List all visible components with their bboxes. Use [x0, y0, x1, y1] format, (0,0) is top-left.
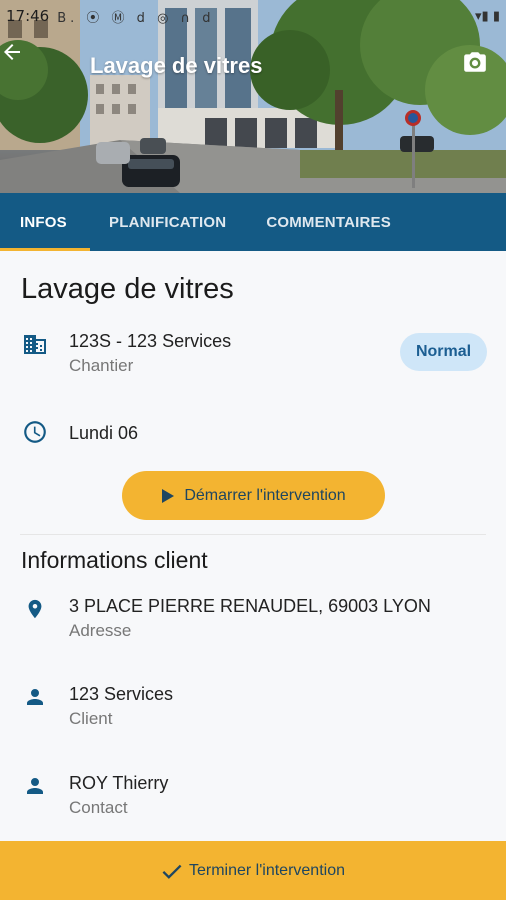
status-time: 17:46: [6, 7, 50, 25]
address-value: 3 PLACE PIERRE RENAUDEL, 69003 LYON: [69, 596, 431, 616]
page-title: Lavage de vitres: [90, 53, 263, 78]
person-icon: [20, 771, 50, 801]
tab-commentaires[interactable]: COMMENTAIRES: [244, 193, 413, 251]
start-button-label: Démarrer l'intervention: [184, 486, 346, 504]
address-row[interactable]: 3 PLACE PIERRE RENAUDEL, 69003 LYON Adre…: [20, 594, 431, 643]
building-icon: [20, 329, 50, 359]
priority-badge: Normal: [400, 333, 487, 371]
date-value: Lundi 06: [69, 423, 139, 443]
clock-icon: [20, 417, 50, 447]
site-row: 123S - 123 Services Chantier: [20, 329, 231, 378]
tab-infos[interactable]: INFOS: [0, 193, 90, 251]
contact-label: Contact: [69, 798, 128, 817]
site-name: 123S - 123 Services: [69, 331, 232, 351]
contact-value: ROY Thierry: [69, 773, 169, 793]
start-intervention-button[interactable]: Démarrer l'intervention: [122, 471, 385, 520]
system-icons: ▾▮ ▮: [475, 8, 500, 24]
date-row: Lundi 06: [20, 417, 138, 447]
arrow-back-icon: [4, 44, 20, 60]
finish-intervention-button[interactable]: Terminer l'intervention: [0, 841, 506, 900]
camera-button[interactable]: [462, 50, 496, 82]
notification-icons: B. ⦿ Ⓜ d ◎ ∩ d: [57, 10, 215, 26]
tab-label: PLANIFICATION: [109, 213, 227, 231]
contact-row[interactable]: ROY Thierry Contact: [20, 771, 168, 820]
address-label: Adresse: [69, 621, 132, 640]
app-bar: Lavage de vitres: [0, 40, 506, 92]
play-icon: [161, 488, 175, 504]
infos-panel: Lavage de vitres 123S - 123 Services Cha…: [0, 251, 506, 841]
client-label: Client: [69, 709, 113, 728]
client-section-title: Informations client: [21, 547, 208, 573]
client-row: 123 Services Client: [20, 682, 173, 731]
tab-bar: INFOS PLANIFICATION COMMENTAIRES: [0, 193, 506, 251]
status-bar: 17:46 B. ⦿ Ⓜ d ◎ ∩ d ▾▮ ▮: [0, 0, 506, 32]
tab-planification[interactable]: PLANIFICATION: [90, 193, 244, 251]
finish-button-label: Terminer l'intervention: [188, 861, 345, 879]
person-icon: [20, 682, 50, 712]
check-icon: [161, 862, 183, 880]
client-value: 123 Services: [69, 684, 174, 704]
back-button[interactable]: [0, 40, 56, 92]
camera-icon: [464, 52, 486, 72]
header-photo: 17:46 B. ⦿ Ⓜ d ◎ ∩ d ▾▮ ▮ Lavage de vitr…: [0, 0, 506, 193]
section-divider: [20, 534, 486, 535]
job-title: Lavage de vitres: [21, 273, 234, 305]
location-pin-icon: [20, 594, 50, 624]
site-label: Chantier: [69, 356, 134, 375]
tab-label: COMMENTAIRES: [266, 213, 391, 231]
tab-label: INFOS: [20, 213, 67, 231]
